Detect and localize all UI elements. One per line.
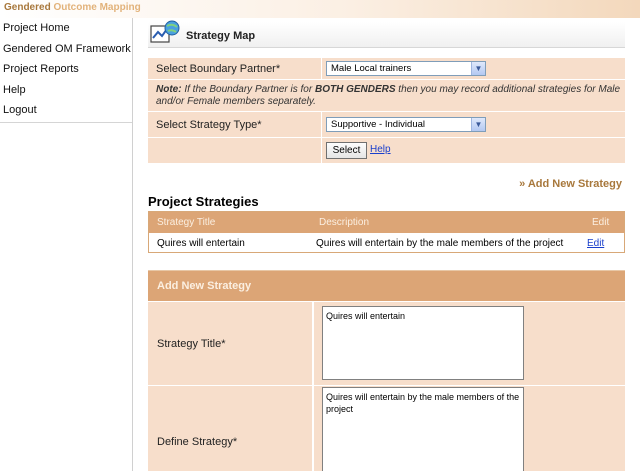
strategy-type-select[interactable]: Supportive - Individual ▼ bbox=[326, 117, 486, 132]
boundary-partner-select[interactable]: Male Local trainers ▼ bbox=[326, 61, 486, 76]
add-new-strategy-link[interactable]: » Add New Strategy bbox=[519, 178, 622, 190]
table-header: Strategy Title Description Edit bbox=[149, 212, 624, 233]
strategy-title-input[interactable]: Quires will entertain bbox=[322, 306, 524, 380]
define-strategy-row: Define Strategy* Quires will entertain b… bbox=[148, 385, 625, 471]
add-new-strategy-panel: Add New Strategy Strategy Title* Quires … bbox=[148, 270, 625, 471]
define-strategy-input[interactable]: Quires will entertain by the male member… bbox=[322, 387, 524, 471]
help-link[interactable]: Help bbox=[370, 144, 391, 155]
column-header-edit: Edit bbox=[592, 217, 610, 228]
boundary-partner-label: Select Boundary Partner* bbox=[156, 63, 281, 75]
sidebar-item-gendered-om-framework[interactable]: Gendered OM Framework bbox=[0, 39, 132, 60]
gender-note: Note: If the Boundary Partner is for BOT… bbox=[156, 84, 621, 108]
sidebar: Project Home Gendered OM Framework Proje… bbox=[0, 18, 132, 471]
add-new-strategy-header: Add New Strategy bbox=[148, 271, 625, 301]
row-edit-link[interactable]: Edit bbox=[587, 238, 604, 249]
brand-part2: Outcome Mapping bbox=[53, 2, 141, 13]
column-header-description: Description bbox=[319, 217, 370, 228]
boundary-partner-row: Select Boundary Partner* Male Local trai… bbox=[148, 58, 625, 80]
strategy-select-form: Select Boundary Partner* Male Local trai… bbox=[148, 58, 625, 163]
brand-logo: Gendered Outcome Mapping bbox=[4, 2, 141, 13]
chevron-down-icon: ▼ bbox=[471, 62, 485, 75]
strategy-type-row: Select Strategy Type* Supportive - Indiv… bbox=[148, 112, 625, 138]
main-content: Strategy Map Select Boundary Partner* Ma… bbox=[133, 18, 640, 471]
note-text-1: If the Boundary Partner is for bbox=[181, 84, 315, 95]
note-row: Note: If the Boundary Partner is for BOT… bbox=[148, 80, 625, 112]
row-title: Quires will entertain bbox=[157, 238, 245, 249]
chevron-down-icon: ▼ bbox=[471, 118, 485, 131]
top-bar: Gendered Outcome Mapping bbox=[0, 0, 640, 18]
boundary-partner-value: Male Local trainers bbox=[331, 63, 412, 74]
note-prefix: Note: bbox=[156, 84, 182, 95]
sidebar-item-project-reports[interactable]: Project Reports bbox=[0, 59, 132, 80]
project-strategies-title: Project Strategies bbox=[148, 194, 259, 209]
sidebar-item-project-home[interactable]: Project Home bbox=[0, 18, 132, 39]
sidebar-item-help[interactable]: Help bbox=[0, 80, 132, 101]
strategy-title-label: Strategy Title* bbox=[157, 338, 226, 350]
column-header-title: Strategy Title bbox=[157, 217, 216, 228]
sidebar-divider bbox=[0, 122, 132, 123]
define-strategy-label: Define Strategy* bbox=[157, 436, 238, 448]
strategy-type-value: Supportive - Individual bbox=[331, 119, 425, 130]
strategy-type-label: Select Strategy Type* bbox=[156, 119, 262, 131]
strategy-map-icon bbox=[150, 20, 180, 43]
select-button[interactable]: Select bbox=[326, 142, 367, 159]
sidebar-item-logout[interactable]: Logout bbox=[0, 100, 132, 121]
row-description: Quires will entertain by the male member… bbox=[316, 238, 564, 249]
brand-part1: Gendered bbox=[4, 2, 51, 13]
project-strategies-table: Strategy Title Description Edit Quires w… bbox=[148, 211, 625, 253]
note-bold: BOTH GENDERS bbox=[314, 84, 396, 95]
strategy-title-row: Strategy Title* Quires will entertain bbox=[148, 301, 625, 385]
strategy-map-header: Strategy Map bbox=[148, 20, 625, 48]
table-row: Quires will entertain Quires will entert… bbox=[149, 233, 624, 252]
strategy-map-title: Strategy Map bbox=[186, 30, 256, 42]
select-action-row: Select Help bbox=[148, 138, 625, 163]
